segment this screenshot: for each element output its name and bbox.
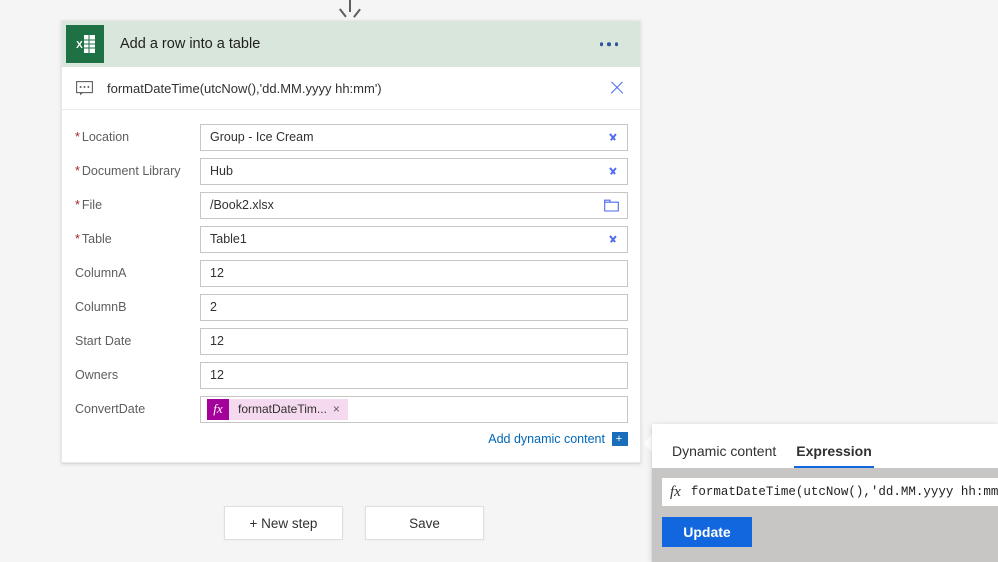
token-label: formatDateTim... bbox=[238, 402, 327, 416]
excel-icon: X bbox=[66, 25, 104, 63]
expression-token-chip[interactable]: fx formatDateTim... × bbox=[207, 398, 348, 420]
required-marker: * bbox=[75, 198, 80, 212]
table-dropdown[interactable]: Table1 bbox=[200, 225, 628, 253]
field-label-table: * Table bbox=[75, 232, 112, 246]
expression-input[interactable]: fx formatDateTime(utcNow(),'dd.MM.yyyy h… bbox=[662, 478, 998, 506]
required-marker: * bbox=[75, 130, 80, 144]
tab-expression[interactable]: Expression bbox=[786, 443, 881, 468]
document-library-dropdown[interactable]: Hub bbox=[200, 157, 628, 185]
expression-flyout-panel: Dynamic content Expression fx formatDate… bbox=[652, 424, 998, 562]
chevron-down-icon bbox=[607, 236, 618, 243]
expression-input-value: formatDateTime(utcNow(),'dd.MM.yyyy hh:m… bbox=[690, 485, 998, 499]
expression-tooltip-text: formatDateTime(utcNow(),'dd.MM.yyyy hh:m… bbox=[107, 80, 382, 96]
new-step-button[interactable]: + New step bbox=[224, 506, 343, 540]
field-label-columna: ColumnA bbox=[75, 266, 127, 280]
flow-actions-row: + New step Save bbox=[224, 506, 484, 540]
field-row-columna: ColumnA 12 bbox=[62, 256, 640, 290]
location-value: Group - Ice Cream bbox=[210, 130, 314, 144]
save-button[interactable]: Save bbox=[365, 506, 484, 540]
svg-text:X: X bbox=[76, 40, 83, 51]
field-row-convertdate: ConvertDate fx formatDateTim... × bbox=[62, 392, 640, 426]
flyout-body: fx formatDateTime(utcNow(),'dd.MM.yyyy h… bbox=[652, 468, 998, 562]
field-label-start-date: Start Date bbox=[75, 334, 132, 348]
document-library-value: Hub bbox=[210, 164, 233, 178]
field-label-owners: Owners bbox=[75, 368, 119, 382]
field-row-document-library: * Document Library Hub bbox=[62, 154, 640, 188]
columnb-value: 2 bbox=[210, 300, 217, 314]
start-date-value: 12 bbox=[210, 334, 224, 348]
required-marker: * bbox=[75, 232, 80, 246]
start-date-input[interactable]: 12 bbox=[200, 327, 628, 355]
field-label-file: * File bbox=[75, 198, 103, 212]
flow-connector-arrow bbox=[340, 0, 360, 20]
action-card-header[interactable]: X Add a row into a table bbox=[62, 21, 640, 67]
ellipsis-icon[interactable] bbox=[594, 36, 625, 52]
owners-input[interactable]: 12 bbox=[200, 361, 628, 389]
field-row-columnb: ColumnB 2 bbox=[62, 290, 640, 324]
ellipsis-dot bbox=[607, 42, 611, 46]
action-card: X Add a row into a table formatDateTime(… bbox=[61, 20, 641, 463]
required-marker: * bbox=[75, 164, 80, 178]
token-remove-icon[interactable]: × bbox=[333, 403, 348, 415]
folder-icon[interactable] bbox=[604, 199, 619, 212]
field-label-location: * Location bbox=[75, 130, 130, 144]
expression-tooltip-bar: formatDateTime(utcNow(),'dd.MM.yyyy hh:m… bbox=[62, 67, 640, 110]
columna-input[interactable]: 12 bbox=[200, 259, 628, 287]
table-value: Table1 bbox=[210, 232, 247, 246]
flyout-tabs: Dynamic content Expression bbox=[652, 424, 998, 468]
field-row-table: * Table Table1 bbox=[62, 222, 640, 256]
convertdate-input[interactable]: fx formatDateTim... × bbox=[200, 395, 628, 423]
chevron-down-icon bbox=[607, 134, 618, 141]
fx-icon: fx bbox=[670, 483, 681, 500]
ellipsis-dot bbox=[599, 42, 603, 46]
add-dynamic-content-plus-icon[interactable]: + bbox=[612, 432, 628, 446]
field-label-columnb: ColumnB bbox=[75, 300, 127, 314]
fx-icon: fx bbox=[207, 398, 229, 420]
field-label-document-library: * Document Library bbox=[75, 164, 181, 178]
field-row-file: * File /Book2.xlsx bbox=[62, 188, 640, 222]
chevron-down-icon bbox=[607, 168, 618, 175]
owners-value: 12 bbox=[210, 368, 224, 382]
action-parameters-form: * Location Group - Ice Cream * Document Li… bbox=[62, 110, 640, 462]
file-picker-input[interactable]: /Book2.xlsx bbox=[200, 191, 628, 219]
update-button[interactable]: Update bbox=[662, 517, 752, 547]
file-value: /Book2.xlsx bbox=[210, 198, 274, 212]
field-row-start-date: Start Date 12 bbox=[62, 324, 640, 358]
action-card-title: Add a row into a table bbox=[120, 36, 261, 52]
tab-dynamic-content[interactable]: Dynamic content bbox=[662, 443, 786, 468]
add-dynamic-content-row: Add dynamic content + bbox=[62, 426, 640, 454]
field-row-owners: Owners 12 bbox=[62, 358, 640, 392]
field-row-location: * Location Group - Ice Cream bbox=[62, 120, 640, 154]
comment-icon bbox=[76, 81, 93, 96]
close-icon[interactable] bbox=[608, 79, 626, 97]
add-dynamic-content-link[interactable]: Add dynamic content bbox=[488, 432, 605, 446]
connector-arrowhead bbox=[344, 7, 356, 19]
columnb-input[interactable]: 2 bbox=[200, 293, 628, 321]
columna-value: 12 bbox=[210, 266, 224, 280]
field-label-convertdate: ConvertDate bbox=[75, 402, 146, 416]
location-dropdown[interactable]: Group - Ice Cream bbox=[200, 123, 628, 151]
ellipsis-dot bbox=[614, 42, 618, 46]
